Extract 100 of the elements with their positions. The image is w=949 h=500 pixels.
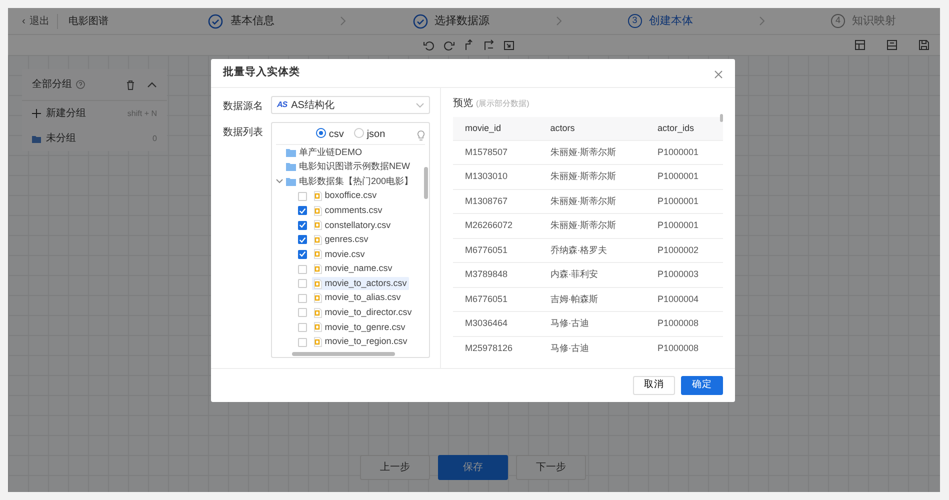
checkbox[interactable] [298, 250, 307, 259]
source-select[interactable]: AS AS结构化 [271, 96, 430, 114]
chevron-icon [556, 16, 562, 26]
file-icon [314, 206, 322, 216]
connector-icon[interactable] [463, 39, 475, 51]
help-icon [76, 80, 85, 89]
check-circle-icon [412, 14, 428, 28]
file-item[interactable]: movie_to_genre.csv [312, 320, 408, 334]
file-icon [314, 234, 322, 245]
table-cell: M1303010 [453, 164, 538, 189]
column-header: movie_id [453, 117, 538, 140]
file-icon [314, 278, 322, 289]
table-cell: 朱丽娅·斯蒂尔斯 [538, 189, 646, 214]
format-radio[interactable]: csv [316, 127, 344, 142]
fit-view-icon[interactable] [503, 39, 515, 51]
file-icon [314, 308, 322, 318]
folder-item[interactable]: 单产业链DEMO [276, 145, 425, 160]
check-circle-icon [208, 14, 224, 28]
source-logo: AS [277, 99, 288, 111]
chevron-icon [340, 16, 346, 26]
table-cell: 马修·古迪 [538, 312, 646, 336]
file-item[interactable]: movie_to_alias.csv [312, 291, 403, 305]
table-cell: M3789848 [453, 262, 538, 287]
table-cell: P1000001 [645, 214, 723, 238]
table-cell: P1000001 [645, 189, 723, 214]
file-icon [314, 264, 322, 274]
field-label: 数据源名 [223, 100, 264, 114]
tray-icon[interactable] [886, 39, 898, 51]
file-icon [314, 220, 322, 230]
confirm-button[interactable]: 确定 [681, 376, 723, 395]
scrollbar [424, 167, 428, 199]
back-link[interactable]: ‹ 退出 [22, 14, 58, 28]
file-icon [314, 322, 322, 332]
file-icon [314, 191, 322, 202]
table-cell: 乔纳森·格罗夫 [538, 238, 646, 262]
trash-icon[interactable] [126, 80, 135, 90]
file-item[interactable]: comments.csv [312, 204, 384, 218]
table-cell: M1308767 [453, 189, 538, 214]
table-cell: M25978126 [453, 336, 538, 360]
format-radio[interactable]: json [354, 127, 386, 142]
table-cell: M6776051 [453, 238, 538, 262]
check-icon [299, 251, 306, 258]
file-item[interactable]: movie.csv [312, 248, 367, 262]
step-number: 4 [831, 14, 845, 28]
folder-item[interactable]: 电影数据集【热门200电影】 [276, 174, 425, 189]
file-item[interactable]: movie_to_actors.csv [312, 276, 409, 290]
step-label: 知识映射 [852, 14, 896, 29]
step-button[interactable]: 上一步 [360, 455, 430, 480]
check-icon [299, 208, 306, 214]
plus-icon [32, 109, 41, 118]
table-cell: P1000002 [645, 238, 723, 262]
file-icon [314, 249, 322, 260]
step-label: 基本信息 [230, 14, 274, 29]
checkbox[interactable] [298, 220, 307, 230]
grid-icon[interactable] [854, 39, 866, 51]
table-cell: M3036464 [453, 312, 538, 336]
table-cell: P1000003 [645, 262, 723, 287]
table-cell: 内森·菲利安 [538, 262, 646, 287]
column-header: actor_ids [645, 117, 723, 140]
undo-icon[interactable] [423, 39, 435, 51]
file-item[interactable]: movie_name.csv [312, 262, 394, 276]
file-item[interactable]: constellatory.csv [312, 218, 393, 232]
group-name: 未分组 [46, 132, 76, 146]
column-header: actors [538, 117, 646, 140]
table-cell: 朱丽娅·斯蒂尔斯 [538, 140, 646, 164]
connector-icon[interactable] [483, 39, 495, 51]
check-icon [299, 236, 306, 243]
dialog-title: 批量导入实体类 [223, 65, 300, 80]
table-cell: 朱丽娅·斯蒂尔斯 [538, 214, 646, 238]
folder-item[interactable]: 电影知识图谱示例数据NEW [276, 160, 425, 174]
file-item[interactable]: movie_to_region.csv [312, 335, 410, 349]
close-icon [714, 70, 723, 79]
table-cell: P1000001 [645, 140, 723, 164]
table-cell: M1578507 [453, 140, 538, 164]
table-cell: P1000001 [645, 164, 723, 189]
chevron-icon [758, 16, 765, 26]
step-label: 创建本体 [648, 14, 693, 29]
checkbox[interactable] [298, 206, 307, 216]
cancel-button[interactable]: 取消 [633, 376, 675, 395]
field-label: 数据列表 [223, 126, 264, 140]
collapse-icon[interactable] [147, 80, 157, 88]
caret-icon [416, 102, 424, 108]
file-item[interactable]: genres.csv [312, 233, 370, 247]
save-icon[interactable] [918, 39, 930, 51]
redo-icon[interactable] [443, 39, 455, 51]
step-button[interactable]: 下一步 [516, 455, 586, 480]
preview-title: 预览 (展示部分数据) [453, 97, 530, 111]
table-cell: 吉姆·帕森斯 [538, 287, 646, 312]
file-item[interactable]: movie_to_director.csv [312, 306, 414, 320]
file-item[interactable]: boxoffice.csv [312, 189, 379, 203]
table-cell: 马修·古迪 [538, 336, 646, 360]
table-cell: M6776051 [453, 287, 538, 312]
panel-title: 全部分组 [32, 78, 72, 92]
file-icon [314, 293, 322, 304]
step-label: 选择数据源 [434, 14, 490, 29]
checkbox[interactable] [298, 235, 307, 244]
project-title: 电影图谱 [68, 14, 110, 28]
table-cell: P1000004 [645, 287, 723, 312]
file-icon [314, 337, 322, 348]
expand-caret-icon [276, 178, 283, 184]
